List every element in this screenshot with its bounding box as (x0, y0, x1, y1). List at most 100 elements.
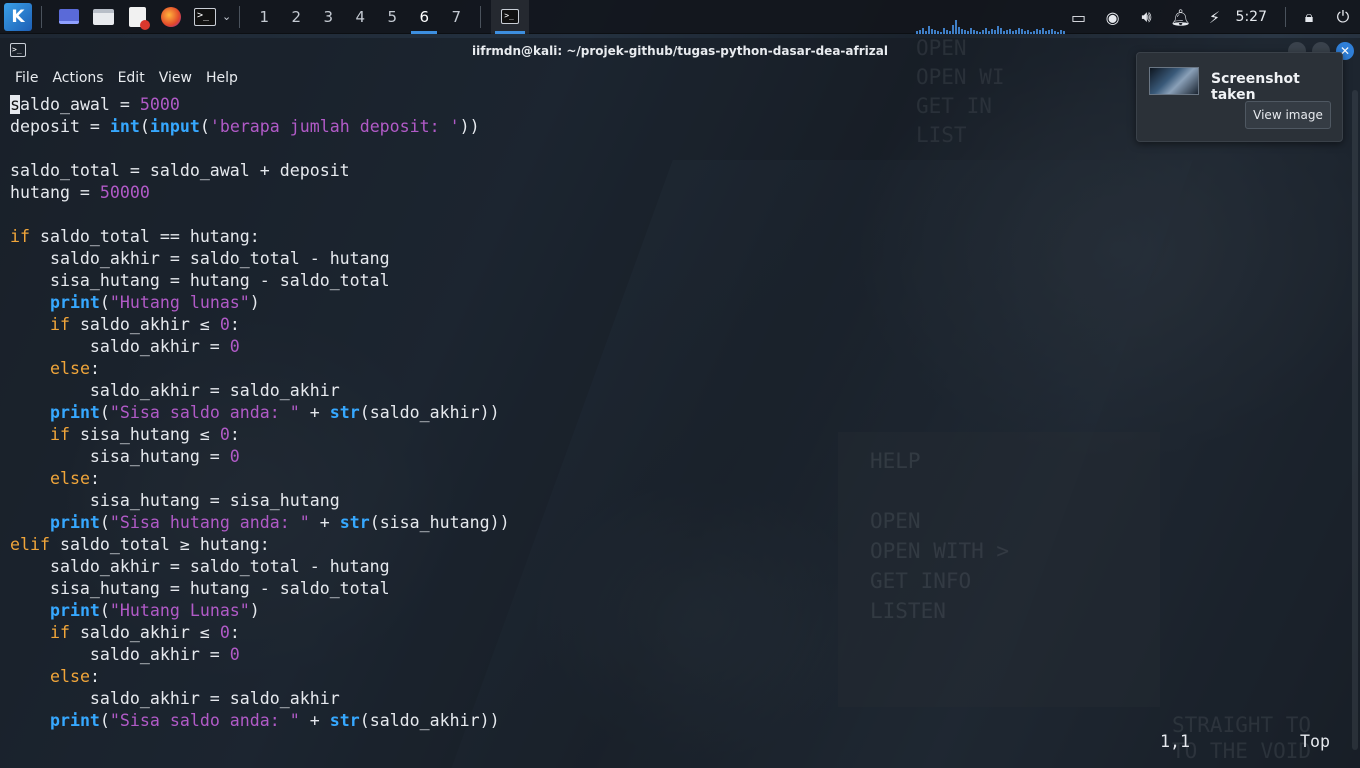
cpu-graph-bar (1012, 31, 1014, 34)
screenshot-thumbnail[interactable] (1149, 67, 1199, 95)
cpu-graph-bar (1048, 30, 1050, 34)
notification-title: Screenshot taken (1211, 71, 1300, 103)
code-line: sisa_hutang = hutang - saldo_total (10, 578, 1360, 600)
code-line: sisa_hutang = 0 (10, 446, 1360, 468)
code-token: saldo_akhir = saldo_akhir (10, 689, 340, 708)
cpu-graph-bar (964, 30, 966, 34)
cpu-graph-bar (949, 31, 951, 34)
workspace-4[interactable]: 4 (344, 0, 376, 34)
terminal-icon[interactable]: >_ (190, 2, 220, 32)
code-line: hutang = 50000 (10, 182, 1360, 204)
view-image-button[interactable]: View image (1245, 101, 1331, 129)
power-icon[interactable]: ⚡︎ (1198, 0, 1232, 34)
firefox-icon[interactable] (156, 2, 186, 32)
chevron-down-icon[interactable]: ⌄ (222, 10, 231, 23)
code-token: saldo_akhir = (10, 645, 230, 664)
workspace-1[interactable]: 1 (248, 0, 280, 34)
panel-separator (480, 5, 482, 28)
code-token: : (89, 667, 100, 686)
cpu-graph-bar (1018, 28, 1020, 34)
file-manager-icon[interactable] (88, 2, 118, 32)
code-token: (saldo_akhir)) (359, 403, 500, 422)
code-token: : (229, 623, 240, 642)
code-token: saldo_total == hutang: (29, 227, 260, 246)
code-token: ( (139, 117, 150, 136)
menu-edit[interactable]: Edit (111, 70, 152, 86)
volume-icon[interactable]: 🔊︎ (1130, 0, 1164, 34)
taskbar-terminal-button[interactable]: >_ (491, 0, 530, 34)
code-line: saldo_akhir = saldo_total - hutang (10, 248, 1360, 270)
code-token: print (49, 711, 100, 730)
code-token: 'berapa jumlah deposit: ' (209, 117, 460, 136)
cpu-graph-bar (994, 30, 996, 34)
cpu-graph-bar (928, 26, 930, 34)
code-token: hutang = (10, 183, 100, 202)
cpu-graph-bar (916, 31, 918, 34)
scroll-position: Top (1300, 732, 1330, 751)
menu-view[interactable]: View (152, 70, 199, 86)
code-token: ) (249, 293, 260, 312)
code-token: )) (459, 117, 480, 136)
clock[interactable]: 5:27 (1232, 9, 1279, 25)
kali-menu-icon[interactable]: K (3, 2, 33, 32)
code-token: 0 (229, 337, 240, 356)
cpu-graph-bar (943, 28, 945, 34)
workspace-6[interactable]: 6 (408, 0, 440, 34)
tray-separator (1285, 7, 1286, 27)
cpu-graph-bar (961, 29, 963, 34)
desktop-icon[interactable] (54, 2, 84, 32)
menu-file[interactable]: File (8, 70, 45, 86)
cpu-graph-bar (970, 28, 972, 34)
code-line: saldo_akhir = 0 (10, 644, 1360, 666)
code-line: saldo_akhir = saldo_akhir (10, 380, 1360, 402)
code-token: saldo_akhir = saldo_total - hutang (10, 557, 390, 576)
cpu-graph-bar (997, 26, 999, 34)
vim-editor-buffer[interactable]: saldo_awal = 5000 deposit = int(input('be… (10, 94, 1360, 732)
code-line: if saldo_akhir ≤ 0: (10, 314, 1360, 336)
menu-help[interactable]: Help (199, 70, 245, 86)
code-token: input (149, 117, 200, 136)
bell-icon[interactable]: 🔔︎ (1164, 0, 1198, 34)
workspace-5[interactable]: 5 (376, 0, 408, 34)
code-line: saldo_akhir = saldo_total - hutang (10, 556, 1360, 578)
code-token: : (89, 469, 100, 488)
workspace-3[interactable]: 3 (312, 0, 344, 34)
code-token: saldo_akhir = saldo_akhir (10, 381, 340, 400)
code-token: (sisa_hutang)) (369, 513, 510, 532)
panel-separator (239, 5, 241, 28)
code-line: print("Hutang lunas") (10, 292, 1360, 314)
workspace-7[interactable]: 7 (440, 0, 472, 34)
lock-icon[interactable]: 🔒︎ (1292, 0, 1326, 34)
discord-icon[interactable]: ◉ (1096, 0, 1130, 34)
workspace-2[interactable]: 2 (280, 0, 312, 34)
code-token: 0 (219, 425, 230, 444)
system-tray: ▭ ◉ 🔊︎ 🔔︎ ⚡︎ 5:27 🔒︎ ⏻ (1062, 0, 1360, 34)
code-line: elif saldo_total ≥ hutang: (10, 534, 1360, 556)
cpu-graph-bar (952, 25, 954, 34)
logout-icon[interactable]: ⏻ (1326, 0, 1360, 34)
code-token: sisa_hutang ≤ (69, 425, 220, 444)
cpu-graph-bar (946, 30, 948, 34)
cpu-graph-bar (1021, 29, 1023, 34)
code-token: ( (99, 403, 110, 422)
code-line: if saldo_total == hutang: (10, 226, 1360, 248)
cpu-graph-bar (940, 32, 942, 34)
code-token: ( (99, 711, 110, 730)
menu-actions[interactable]: Actions (45, 70, 110, 86)
code-token: str (329, 711, 360, 730)
cpu-graph-bar (1042, 28, 1044, 34)
terminal-scrollbar[interactable] (1352, 90, 1358, 750)
code-token: sisa_hutang = hutang - saldo_total (10, 579, 390, 598)
terminal-window: >_ iifrmdn@kali: ~/projek-github/tugas-p… (0, 38, 1360, 768)
code-token: + (299, 403, 330, 422)
code-token: 0 (219, 315, 230, 334)
cpu-graph-bar (937, 31, 939, 34)
text-editor-icon[interactable] (122, 2, 152, 32)
screen-icon[interactable]: ▭ (1062, 0, 1096, 34)
